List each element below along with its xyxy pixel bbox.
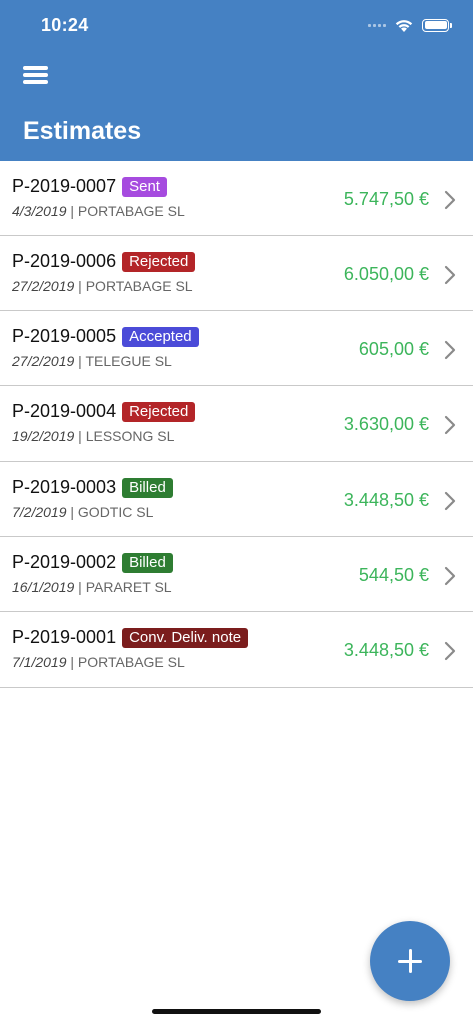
estimate-meta: 7/1/2019 | PORTABAGE SL — [12, 654, 185, 671]
status-icons — [368, 14, 452, 36]
estimate-amount: 5.747,50 € — [343, 189, 429, 209]
estimate-meta: 27/2/2019 | PORTABAGE SL — [12, 277, 193, 294]
client-name: TELEGUE SL — [85, 352, 172, 369]
client-name: PARARET SL — [85, 579, 172, 596]
estimate-code: P-2019-0007 Sent — [12, 176, 167, 198]
estimate-row[interactable]: P-2019-0007 Sent 4/3/2019 | PORTABAGE SL … — [0, 161, 473, 236]
client-name: PORTABAGE SL — [85, 277, 193, 294]
page-title: Estimates — [23, 117, 142, 145]
chevron-right-icon — [444, 642, 456, 661]
estimate-meta: 7/2/2019 | GODTIC SL — [12, 503, 154, 520]
estimate-meta: 27/2/2019 | TELEGUE SL — [12, 352, 172, 369]
estimate-row[interactable]: P-2019-0003 Billed 7/2/2019 | GODTIC SL 3… — [0, 462, 473, 538]
estimate-code: P-2019-0003 Billed — [12, 477, 173, 499]
status-badge: Conv. Deliv. note — [122, 628, 249, 649]
status-badge: Billed — [122, 477, 173, 498]
estimate-row[interactable]: P-2019-0006 Rejected 27/2/2019 | PORTABAG… — [0, 236, 473, 311]
status-time: 10:24 — [41, 15, 89, 35]
status-badge: Billed — [122, 553, 173, 574]
estimate-date: 4/3/2019 — [12, 203, 67, 219]
menu-icon[interactable] — [23, 64, 49, 88]
estimate-date: 16/1/2019 — [12, 579, 75, 596]
app-header: 10:24 Estimates — [0, 0, 473, 161]
client-name: GODTIC SL — [77, 503, 154, 520]
status-badge: Sent — [122, 177, 167, 197]
estimate-code: P-2019-0004 Rejected — [12, 401, 196, 423]
wifi-icon — [395, 19, 413, 32]
status-badge: Accepted — [122, 326, 199, 347]
home-indicator — [152, 1009, 321, 1014]
chevron-right-icon — [444, 190, 456, 210]
status-badge: Rejected — [122, 402, 196, 423]
estimate-row[interactable]: P-2019-0002 Billed 16/1/2019 | PARARET SL… — [0, 537, 473, 613]
estimate-amount: 6.050,00 € — [343, 263, 429, 284]
estimate-amount: 544,50 € — [358, 565, 429, 586]
estimate-date: 7/2/2019 — [12, 503, 67, 520]
estimate-row[interactable]: P-2019-0005 Accepted 27/2/2019 | TELEGUE … — [0, 311, 473, 387]
estimate-meta: 4/3/2019 | PORTABAGE SL — [12, 203, 185, 219]
chevron-right-icon — [444, 340, 456, 359]
estimate-meta: 16/1/2019 | PARARET SL — [12, 579, 172, 596]
estimate-date: 27/2/2019 — [12, 277, 75, 294]
chevron-right-icon — [444, 416, 456, 435]
add-estimate-button[interactable] — [370, 921, 450, 1001]
status-badge: Rejected — [122, 251, 196, 272]
estimate-date: 19/2/2019 — [12, 428, 75, 445]
signal-icon — [368, 23, 386, 27]
client-name: LESSONG SL — [85, 428, 175, 445]
estimate-meta: 19/2/2019 | LESSONG SL — [12, 428, 175, 445]
chevron-right-icon — [444, 566, 456, 586]
estimate-amount: 3.448,50 € — [343, 640, 429, 661]
estimate-date: 7/1/2019 — [12, 654, 67, 671]
chevron-right-icon — [444, 265, 456, 284]
chevron-right-icon — [444, 491, 456, 510]
estimate-amount: 3.630,00 € — [343, 414, 429, 435]
estimate-amount: 605,00 € — [358, 338, 429, 359]
client-name: PORTABAGE SL — [77, 654, 185, 671]
estimate-row[interactable]: P-2019-0004 Rejected 19/2/2019 | LESSONG … — [0, 386, 473, 462]
battery-icon — [422, 18, 452, 32]
estimate-amount: 3.448,50 € — [343, 489, 429, 510]
estimate-date: 27/2/2019 — [12, 352, 75, 369]
estimate-code: P-2019-0005 Accepted — [12, 326, 199, 348]
estimate-code: P-2019-0006 Rejected — [12, 251, 196, 273]
client-name: PORTABAGE SL — [77, 203, 185, 219]
estimate-row[interactable]: P-2019-0001 Conv. Deliv. note 7/1/2019 | … — [0, 612, 473, 688]
estimate-code: P-2019-0001 Conv. Deliv. note — [12, 627, 249, 649]
estimate-code: P-2019-0002 Billed — [12, 552, 173, 574]
estimates-list: P-2019-0007 Sent 4/3/2019 | PORTABAGE SL … — [0, 161, 473, 688]
